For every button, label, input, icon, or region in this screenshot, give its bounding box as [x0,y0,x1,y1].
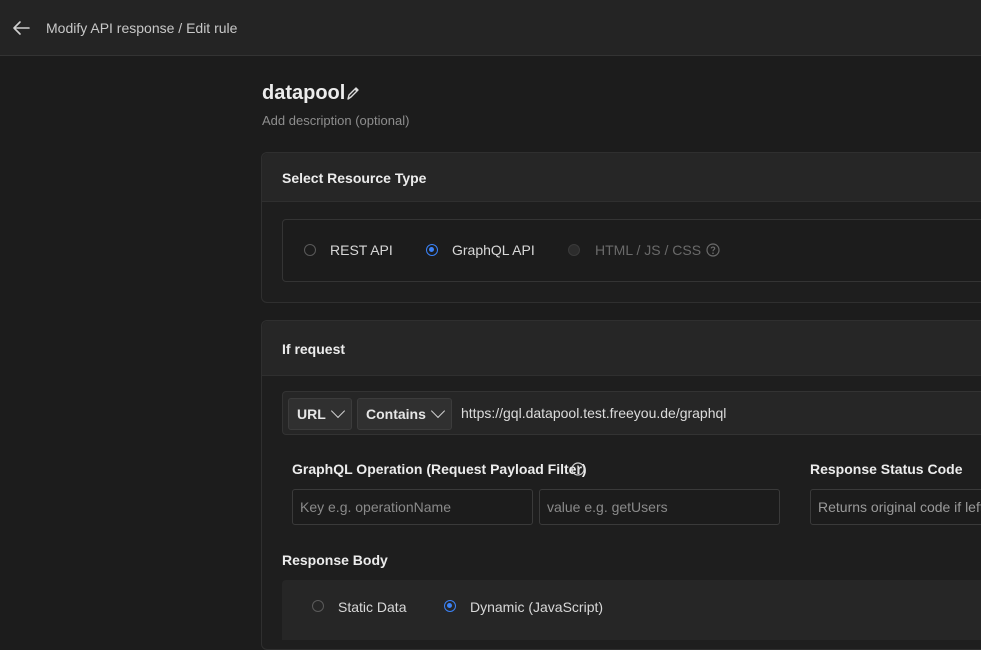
radio-html-js-css [568,244,580,256]
radio-label-html-js-css: HTML / JS / CSS [595,242,702,258]
radio-rest-api[interactable] [304,244,316,256]
source-dropdown[interactable]: URL [288,398,352,430]
resource-type-card: Select Resource Type REST API GraphQL AP… [261,152,981,303]
help-circle-icon[interactable] [706,243,720,257]
chevron-down-icon [430,403,445,419]
radio-dynamic-javascript[interactable] [444,600,456,612]
breadcrumb: Modify API response / Edit rule [46,20,238,36]
radio-label-static-data[interactable]: Static Data [338,599,406,615]
source-dropdown-label: URL [297,406,326,422]
radio-static-data[interactable] [312,600,324,612]
card-title: Select Resource Type [282,170,427,186]
radio-label-rest-api[interactable]: REST API [330,242,393,258]
card-header: If request [262,321,981,376]
graphql-operation-label: GraphQL Operation (Request Payload Filte… [292,461,587,477]
response-body-label: Response Body [282,552,388,568]
pencil-icon[interactable] [346,85,360,101]
response-body-radio-group: Static Data Dynamic (JavaScript) [282,580,981,640]
radio-graphql-api[interactable] [426,244,438,256]
rule-name: datapool [262,82,346,104]
arrow-left-icon[interactable] [12,20,30,36]
graphql-value-input[interactable]: value e.g. getUsers [539,489,780,525]
response-status-code-label: Response Status Code [810,461,963,477]
operator-dropdown-label: Contains [366,406,426,422]
top-bar: Modify API response / Edit rule [0,0,981,56]
graphql-key-input[interactable]: Key e.g. operationName [292,489,533,525]
radio-label-dynamic-javascript[interactable]: Dynamic (JavaScript) [470,599,603,615]
status-code-input[interactable]: Returns original code if left empty [810,489,981,525]
resource-type-radio-group: REST API GraphQL API HTML / JS / CSS [282,219,981,282]
radio-label-graphql-api[interactable]: GraphQL API [452,242,535,258]
info-icon[interactable] [571,462,585,476]
card-title: If request [282,341,346,357]
operator-dropdown[interactable]: Contains [357,398,452,430]
if-request-card: If request URL Contains https://gql.data… [261,320,981,650]
url-condition-row: URL Contains https://gql.datapool.test.f… [282,391,981,435]
card-header: Select Resource Type [262,153,981,202]
url-input[interactable]: https://gql.datapool.test.freeyou.de/gra… [461,405,726,421]
chevron-down-icon [330,403,345,419]
description-input[interactable]: Add description (optional) [262,113,409,128]
